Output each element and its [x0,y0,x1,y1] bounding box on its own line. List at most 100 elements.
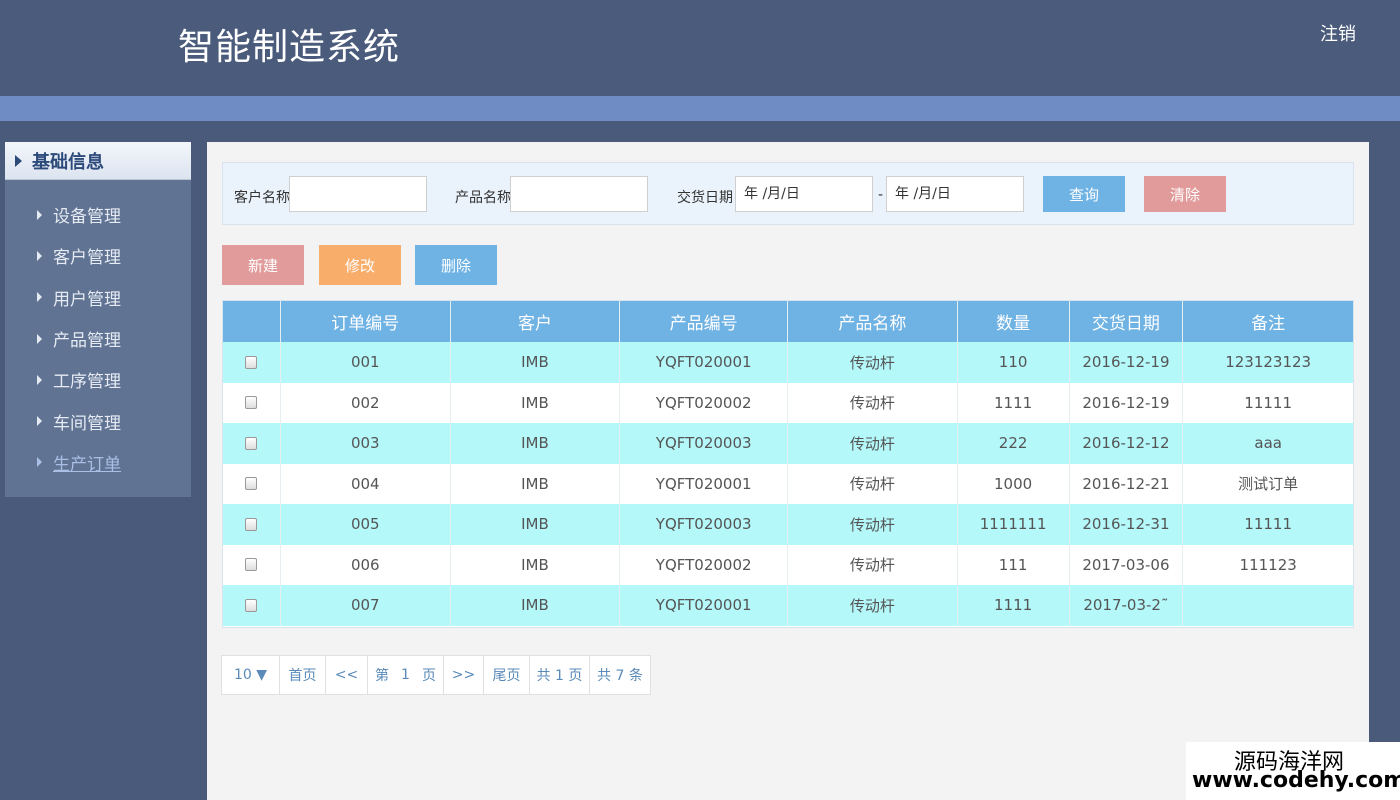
sidebar-item-customers[interactable]: 客户管理 [5,235,191,276]
cell-quantity: 1000 [958,463,1070,504]
customer-name-input[interactable] [289,176,427,212]
prev-page-button[interactable]: << [326,656,368,694]
caret-right-icon [15,154,22,167]
logout-link[interactable]: 注销 [1320,20,1356,46]
edit-button[interactable]: 修改 [319,245,401,285]
triangle-right-icon [37,416,42,427]
cell-quantity: 1111 [958,382,1070,423]
cell-product-name: 传动杆 [788,585,958,626]
cell-remark: 123123123 [1225,353,1312,372]
next-page-button[interactable]: >> [444,656,484,694]
page-size-select[interactable]: 10 ▼ [222,656,280,694]
main-panel: 客户名称 产品名称 交货日期 年 /月/日 - 年 /月/日 查询 清除 新建 … [207,142,1369,800]
table-row[interactable]: 006 IMB YQFT020002 传动杆 111 2017-03-06 11… [223,544,1353,585]
sidebar: 基础信息 设备管理 客户管理 用户管理 产品管理 工序管理 车间管理 生产订单 [5,142,191,497]
sidebar-heading-label: 基础信息 [32,151,104,173]
col-header-remark[interactable]: 备注 [1183,301,1353,342]
sidebar-item-workshops[interactable]: 车间管理 [5,400,191,441]
row-checkbox[interactable] [245,477,258,491]
product-label: 产品名称 [455,190,511,206]
cell-quantity: 1111111 [958,504,1070,545]
date-from-input[interactable]: 年 /月/日 [735,176,873,212]
customer-label: 客户名称 [234,190,290,206]
sidebar-item-label: 客户管理 [53,248,121,269]
page-number-input[interactable]: 1 [401,667,410,683]
cell-customer: IMB [451,544,621,585]
table-row[interactable]: 007 IMB YQFT020001 传动杆 1111 2017-03-2˜ [223,585,1353,626]
cell-remark: 测试订单 [1238,475,1299,494]
cell-customer: IMB [451,463,621,504]
row-checkbox[interactable] [245,598,258,612]
cell-order-no: 001 [281,342,451,383]
query-button[interactable]: 查询 [1043,176,1125,212]
cell-delivery-date: 2016-12-19 [1070,382,1184,423]
total-count: 共 7 条 [597,668,643,684]
sidebar-item-production-orders[interactable]: 生产订单 [5,442,191,483]
cell-product-name: 传动杆 [788,382,958,423]
sidebar-heading[interactable]: 基础信息 [5,142,191,180]
clear-button[interactable]: 清除 [1144,176,1226,212]
new-button[interactable]: 新建 [222,245,304,285]
col-header-customer[interactable]: 客户 [451,301,621,342]
date-separator: - [878,187,884,203]
cell-customer: IMB [451,423,621,464]
product-name-input[interactable] [510,176,648,212]
cell-product-name: 传动杆 [788,342,958,383]
pagination: 10 ▼ 首页 << 第 1 页 >> 尾页 共 1 页 共 7 条 [221,655,651,695]
row-checkbox[interactable] [245,558,258,572]
cell-customer: IMB [451,342,621,383]
current-page-indicator: 第 1 页 [368,656,444,694]
last-page-button[interactable]: 尾页 [484,656,530,694]
table-row[interactable]: 002 IMB YQFT020002 传动杆 1111 2016-12-19 1… [223,382,1353,423]
col-header-order-no[interactable]: 订单编号 [281,301,451,342]
sidebar-item-label: 产品管理 [53,331,121,352]
row-select-cell [223,585,281,626]
cell-product-name: 传动杆 [788,544,958,585]
table-header: 订单编号 客户 产品编号 产品名称 数量 交货日期 备注 [223,301,1353,342]
cell-quantity: 110 [958,342,1070,383]
row-checkbox[interactable] [245,436,258,450]
cell-product-no: YQFT020001 [620,585,789,626]
table-row[interactable]: 003 IMB YQFT020003 传动杆 222 2016-12-12 aa… [223,423,1353,464]
row-checkbox[interactable] [245,517,258,531]
cell-delivery-date: 2016-12-12 [1070,423,1184,464]
cell-remark: aaa [1254,434,1282,453]
row-select-cell [223,504,281,545]
cell-order-no: 005 [281,504,451,545]
col-header-product-no[interactable]: 产品编号 [620,301,789,342]
row-select-cell [223,544,281,585]
table-row[interactable]: 005 IMB YQFT020003 传动杆 1111111 2016-12-3… [223,504,1353,545]
app-header: 智能制造系统 注销 [0,0,1400,95]
table-row[interactable]: 004 IMB YQFT020001 传动杆 1000 2016-12-21 测… [223,463,1353,504]
triangle-right-icon [37,250,42,261]
date-to-input[interactable]: 年 /月/日 [886,176,1024,212]
col-header-delivery-date[interactable]: 交货日期 [1070,301,1184,342]
cell-remark [1183,585,1353,626]
sidebar-item-processes[interactable]: 工序管理 [5,359,191,400]
cell-product-no: YQFT020002 [620,544,789,585]
sidebar-item-label: 车间管理 [53,413,121,434]
sidebar-menu: 设备管理 客户管理 用户管理 产品管理 工序管理 车间管理 生产订单 [5,180,191,483]
row-select-cell [223,463,281,504]
row-checkbox[interactable] [245,396,258,410]
col-header-product-name[interactable]: 产品名称 [788,301,958,342]
delete-button[interactable]: 删除 [415,245,497,285]
sidebar-item-equipment[interactable]: 设备管理 [5,194,191,235]
sidebar-item-label: 工序管理 [53,372,121,393]
watermark-url: www.codehy.com [1192,768,1400,793]
triangle-right-icon [37,457,42,468]
cell-delivery-date: 2017-03-06 [1070,544,1184,585]
sidebar-item-label: 设备管理 [53,207,121,228]
first-page-button[interactable]: 首页 [280,656,326,694]
sidebar-item-products[interactable]: 产品管理 [5,318,191,359]
cell-order-no: 002 [281,382,451,423]
cell-product-no: YQFT020001 [620,342,789,383]
triangle-right-icon [37,333,42,344]
table-row[interactable]: 001 IMB YQFT020001 传动杆 110 2016-12-19 12… [223,342,1353,383]
sidebar-item-users[interactable]: 用户管理 [5,277,191,318]
cell-quantity: 1111 [958,585,1070,626]
sidebar-item-label: 生产订单 [53,454,121,475]
cell-product-name: 传动杆 [788,423,958,464]
col-header-quantity[interactable]: 数量 [958,301,1070,342]
row-checkbox[interactable] [245,355,258,369]
